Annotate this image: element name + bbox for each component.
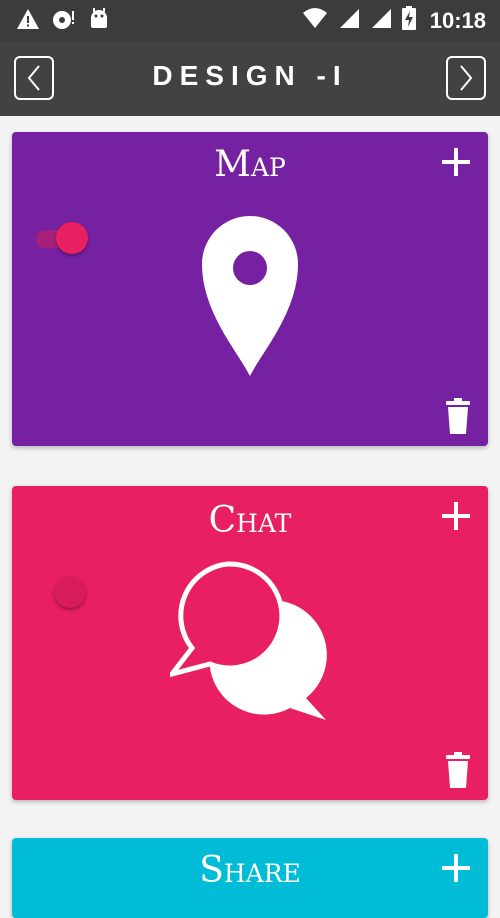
card-title: Share	[199, 850, 301, 891]
app-bar: DESIGN -I	[0, 42, 500, 116]
share-card[interactable]: Share	[12, 838, 488, 918]
status-left-icons	[16, 8, 110, 34]
chevron-right-icon	[460, 65, 473, 91]
status-right-icons: 10:18	[302, 6, 486, 36]
chat-bubbles-icon	[170, 561, 327, 720]
map-card[interactable]: Map	[12, 132, 488, 446]
signal-icon	[370, 7, 392, 35]
location-pin-icon	[202, 216, 298, 376]
trash-icon[interactable]	[446, 752, 470, 788]
android-icon	[88, 8, 110, 34]
map-toggle[interactable]	[32, 220, 88, 256]
plus-icon[interactable]	[442, 854, 470, 882]
toggle-thumb	[54, 576, 86, 608]
plus-icon[interactable]	[442, 148, 470, 176]
toggle-thumb	[56, 222, 88, 254]
card-title: Map	[214, 144, 286, 185]
chat-card[interactable]: Chat	[12, 486, 488, 800]
battery-charging-icon	[401, 6, 416, 36]
trash-icon[interactable]	[446, 398, 470, 434]
photo-alert-icon	[52, 8, 76, 34]
plus-icon[interactable]	[442, 502, 470, 530]
wifi-icon	[302, 7, 328, 35]
forward-button[interactable]	[446, 56, 486, 100]
card-title: Chat	[208, 500, 292, 541]
chat-toggle[interactable]	[32, 574, 88, 610]
warning-icon	[16, 8, 40, 34]
page-title: DESIGN -I	[152, 60, 348, 91]
status-time: 10:18	[429, 8, 486, 33]
signal-icon	[338, 7, 360, 35]
status-bar: 10:18	[0, 0, 500, 42]
